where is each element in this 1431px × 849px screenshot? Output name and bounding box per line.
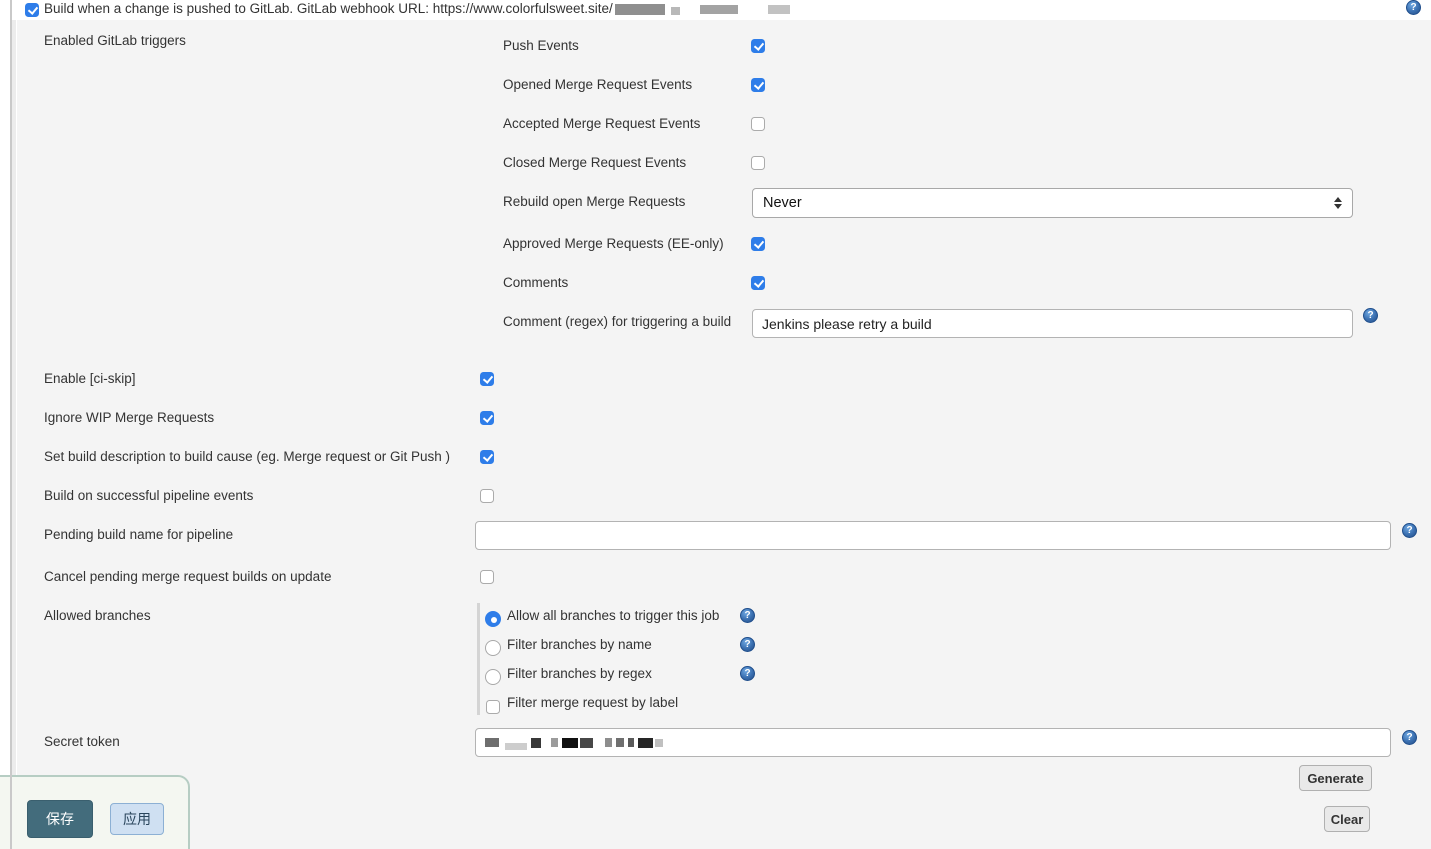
- section-indent-band: [12, 20, 16, 849]
- save-button[interactable]: 保存: [27, 800, 93, 838]
- section-indent-line: [10, 0, 12, 849]
- filter-mr-label-label: Filter merge request by label: [507, 695, 678, 711]
- ci-skip-label: Enable [ci-skip]: [44, 371, 136, 387]
- cancel-pending-label: Cancel pending merge request builds on u…: [44, 569, 331, 585]
- closed-mr-events-checkbox[interactable]: [751, 156, 765, 170]
- filter-branches-regex-radio[interactable]: [485, 669, 501, 685]
- pipeline-events-checkbox[interactable]: [480, 489, 494, 503]
- closed-mr-events-label: Closed Merge Request Events: [503, 155, 686, 171]
- opened-mr-events-checkbox[interactable]: [751, 78, 765, 92]
- comment-regex-input[interactable]: [752, 309, 1353, 338]
- build-when-pushed-checkbox[interactable]: [25, 3, 39, 17]
- filter-branches-name-label: Filter branches by name: [507, 637, 652, 653]
- approved-mr-checkbox[interactable]: [751, 237, 765, 251]
- pipeline-events-label: Build on successful pipeline events: [44, 488, 253, 504]
- gitlab-trigger-config-page: Build when a change is pushed to GitLab.…: [0, 0, 1431, 849]
- allow-all-branches-radio[interactable]: [485, 611, 501, 627]
- comments-checkbox[interactable]: [751, 276, 765, 290]
- push-events-checkbox[interactable]: [751, 39, 765, 53]
- filter-branches-name-radio[interactable]: [485, 640, 501, 656]
- ci-skip-checkbox[interactable]: [480, 372, 494, 386]
- clear-button[interactable]: Clear: [1324, 806, 1370, 832]
- ignore-wip-label: Ignore WIP Merge Requests: [44, 410, 214, 426]
- generate-button[interactable]: Generate: [1299, 765, 1372, 791]
- enabled-triggers-section-label: Enabled GitLab triggers: [44, 33, 186, 49]
- build-when-pushed-label: Build when a change is pushed to GitLab.…: [44, 1, 613, 17]
- rebuild-open-mr-select[interactable]: Never: [752, 188, 1353, 218]
- filter-branches-regex-help-icon[interactable]: ?: [740, 666, 755, 681]
- allow-all-branches-label: Allow all branches to trigger this job: [507, 608, 719, 624]
- comment-regex-label: Comment (regex) for triggering a build: [503, 314, 731, 330]
- secret-token-redacted-blur: [485, 735, 663, 750]
- pending-build-name-label: Pending build name for pipeline: [44, 527, 233, 543]
- apply-button[interactable]: 应用: [110, 803, 164, 835]
- filter-branches-regex-label: Filter branches by regex: [507, 666, 652, 682]
- ignore-wip-checkbox[interactable]: [480, 411, 494, 425]
- secret-token-label: Secret token: [44, 734, 120, 750]
- pending-build-help-icon[interactable]: ?: [1402, 523, 1417, 538]
- rebuild-open-mr-label: Rebuild open Merge Requests: [503, 194, 685, 210]
- comments-label: Comments: [503, 275, 568, 291]
- webhook-help-icon[interactable]: ?: [1406, 0, 1421, 15]
- pending-build-name-input[interactable]: [475, 521, 1391, 550]
- config-section-background: [17, 20, 1431, 849]
- opened-mr-events-label: Opened Merge Request Events: [503, 77, 692, 93]
- secret-token-help-icon[interactable]: ?: [1402, 730, 1417, 745]
- allow-all-branches-help-icon[interactable]: ?: [740, 608, 755, 623]
- accepted-mr-events-checkbox[interactable]: [751, 117, 765, 131]
- cancel-pending-checkbox[interactable]: [480, 570, 494, 584]
- webhook-url-redacted-blur: [615, 3, 790, 15]
- filter-branches-name-help-icon[interactable]: ?: [740, 637, 755, 652]
- build-description-checkbox[interactable]: [480, 450, 494, 464]
- rebuild-open-mr-selected-value: Never: [763, 195, 802, 211]
- secret-token-input[interactable]: [475, 728, 1391, 757]
- push-events-label: Push Events: [503, 38, 579, 54]
- select-updown-icon: [1334, 197, 1342, 209]
- build-description-label: Set build description to build cause (eg…: [44, 449, 450, 465]
- comment-regex-help-icon[interactable]: ?: [1363, 308, 1378, 323]
- allowed-branches-divider: [477, 603, 480, 715]
- accepted-mr-events-label: Accepted Merge Request Events: [503, 116, 700, 132]
- allowed-branches-label: Allowed branches: [44, 608, 151, 624]
- filter-mr-label-checkbox[interactable]: [486, 700, 500, 714]
- approved-mr-label: Approved Merge Requests (EE-only): [503, 236, 724, 252]
